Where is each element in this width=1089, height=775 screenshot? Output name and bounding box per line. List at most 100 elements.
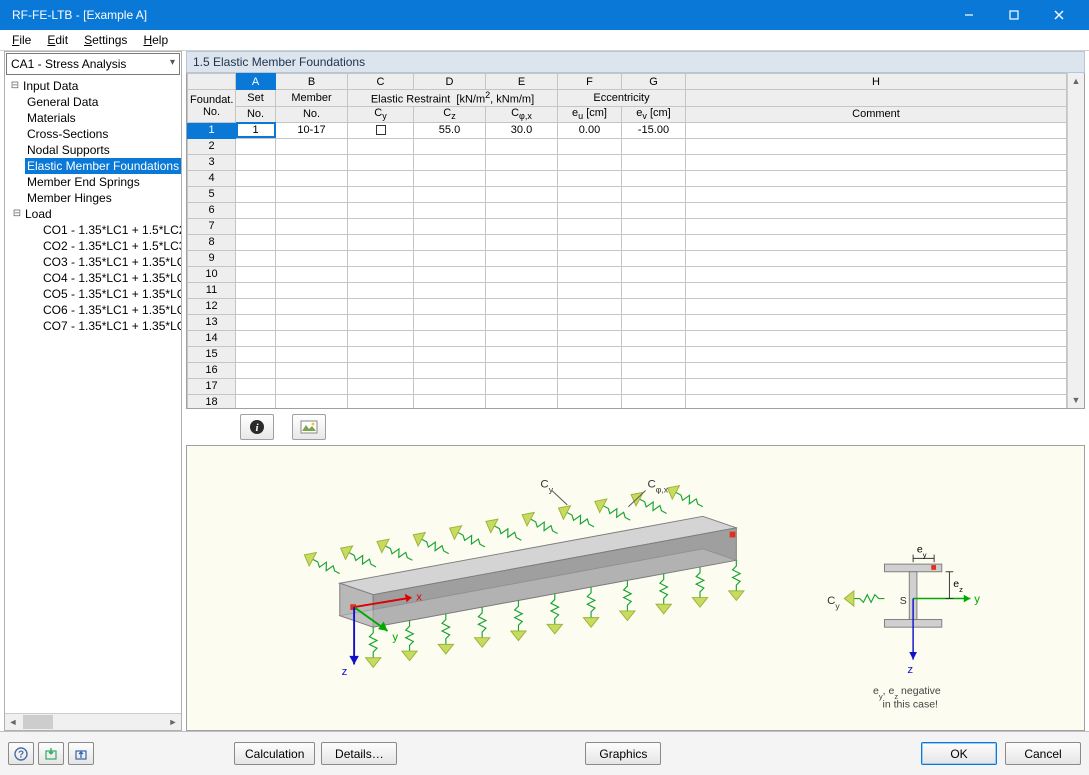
cell-set-no[interactable]: 1 xyxy=(236,122,276,138)
svg-text:z: z xyxy=(907,664,913,676)
tree-load[interactable]: ⊟Load xyxy=(5,206,181,222)
maximize-button[interactable] xyxy=(991,0,1036,30)
row-header[interactable]: 8 xyxy=(188,234,236,250)
hdr-set: Set xyxy=(236,90,276,107)
col-D[interactable]: D xyxy=(414,74,486,90)
row-header[interactable]: 13 xyxy=(188,314,236,330)
row-header[interactable]: 4 xyxy=(188,170,236,186)
row-header[interactable]: 3 xyxy=(188,154,236,170)
grid[interactable]: A B C D E F G H Foundat.No. Set Me xyxy=(186,73,1085,409)
cell-ev[interactable]: -15.00 xyxy=(622,122,686,138)
hdr-foundat-no: Foundat.No. xyxy=(188,90,236,123)
tree-item-cross-sections[interactable]: Cross-Sections xyxy=(5,126,181,142)
svg-text:y: y xyxy=(974,593,980,605)
row-header[interactable]: 2 xyxy=(188,138,236,154)
col-F[interactable]: F xyxy=(558,74,622,90)
right-panel: 1.5 Elastic Member Foundations A B xyxy=(186,51,1085,731)
details-button[interactable]: Details… xyxy=(321,742,397,765)
tree-load-item[interactable]: CO7 - 1.35*LC1 + 1.35*LC xyxy=(5,318,181,334)
left-panel: CA1 - Stress Analysis ▾ ⊟Input Data Gene… xyxy=(4,51,182,731)
row-header[interactable]: 5 xyxy=(188,186,236,202)
calculation-button[interactable]: Calculation xyxy=(234,742,315,765)
tree-input-data[interactable]: ⊟Input Data xyxy=(5,78,181,94)
section-title: 1.5 Elastic Member Foundations xyxy=(186,51,1085,73)
svg-text:Cφ,x: Cφ,x xyxy=(647,479,668,495)
svg-text:z: z xyxy=(341,666,347,678)
menu-help[interactable]: Help xyxy=(135,31,176,49)
hdr-set-no: No. xyxy=(236,106,276,122)
close-button[interactable] xyxy=(1036,0,1081,30)
foundation-diagram: x y z Cy Cφ,x xyxy=(186,445,1085,731)
cell-cz[interactable]: 55.0 xyxy=(414,122,486,138)
row-header[interactable]: 10 xyxy=(188,266,236,282)
svg-text:Cy: Cy xyxy=(540,479,553,495)
tree-load-item[interactable]: CO4 - 1.35*LC1 + 1.35*LC xyxy=(5,270,181,286)
tree-item-general-data[interactable]: General Data xyxy=(5,94,181,110)
export-button[interactable] xyxy=(68,742,94,765)
graphics-button[interactable]: Graphics xyxy=(585,742,661,765)
row-header[interactable]: 1 xyxy=(188,122,236,138)
col-C[interactable]: C xyxy=(348,74,414,90)
tree-item-nodal-supports[interactable]: Nodal Supports xyxy=(5,142,181,158)
help-button[interactable]: ? xyxy=(8,742,34,765)
col-B[interactable]: B xyxy=(276,74,348,90)
svg-text:in this case!: in this case! xyxy=(882,698,937,710)
svg-text:ey: ey xyxy=(916,544,926,559)
row-header[interactable]: 7 xyxy=(188,218,236,234)
navigator-tree[interactable]: ⊟Input Data General DataMaterialsCross-S… xyxy=(5,76,181,713)
cancel-button[interactable]: Cancel xyxy=(1005,742,1081,765)
menu-edit[interactable]: Edit xyxy=(39,31,76,49)
hdr-member: Member xyxy=(276,90,348,107)
tree-item-materials[interactable]: Materials xyxy=(5,110,181,126)
tree-load-item[interactable]: CO3 - 1.35*LC1 + 1.35*LC xyxy=(5,254,181,270)
row-header[interactable]: 11 xyxy=(188,282,236,298)
row-header[interactable]: 6 xyxy=(188,202,236,218)
tree-item-elastic-member-foundations[interactable]: Elastic Member Foundations xyxy=(5,158,181,174)
col-G[interactable]: G xyxy=(622,74,686,90)
col-A[interactable]: A xyxy=(236,74,276,90)
picture-button[interactable] xyxy=(292,414,326,440)
col-H[interactable]: H xyxy=(686,74,1067,90)
grid-vscrollbar[interactable]: ▲▼ xyxy=(1067,73,1084,408)
hdr-eu: eu [cm] xyxy=(558,106,622,122)
import-button[interactable] xyxy=(38,742,64,765)
tree-hscrollbar[interactable]: ◄► xyxy=(5,713,181,730)
tree-item-member-end-springs[interactable]: Member End Springs xyxy=(5,174,181,190)
cell-cphix[interactable]: 30.0 xyxy=(486,122,558,138)
menu-file[interactable]: File xyxy=(4,31,39,49)
tree-load-item[interactable]: CO2 - 1.35*LC1 + 1.5*LC3 xyxy=(5,238,181,254)
tree-load-item[interactable]: CO6 - 1.35*LC1 + 1.35*LC xyxy=(5,302,181,318)
row-header[interactable]: 14 xyxy=(188,330,236,346)
hdr-blank xyxy=(686,90,1067,107)
tree-load-item[interactable]: CO1 - 1.35*LC1 + 1.5*LC2 xyxy=(5,222,181,238)
tree-item-member-hinges[interactable]: Member Hinges xyxy=(5,190,181,206)
chevron-down-icon: ▾ xyxy=(170,57,175,68)
hdr-comment: Comment xyxy=(686,106,1067,122)
cell-cy[interactable] xyxy=(348,122,414,138)
title-bar: RF-FE-LTB - [Example A] xyxy=(0,0,1089,30)
info-button[interactable]: i xyxy=(240,414,274,440)
svg-text:Cy: Cy xyxy=(827,595,840,611)
hdr-eccentricity: Eccentricity xyxy=(558,90,686,107)
row-header[interactable]: 18 xyxy=(188,394,236,408)
row-header[interactable]: 9 xyxy=(188,250,236,266)
row-header[interactable]: 17 xyxy=(188,378,236,394)
minimize-button[interactable] xyxy=(946,0,991,30)
cell-comment[interactable] xyxy=(686,122,1067,138)
svg-text:S: S xyxy=(899,595,906,607)
ok-button[interactable]: OK xyxy=(921,742,997,765)
bottom-bar: ? Calculation Details… Graphics OK Cance… xyxy=(0,731,1089,775)
row-header[interactable]: 16 xyxy=(188,362,236,378)
checkbox-icon[interactable] xyxy=(376,125,386,135)
row-header[interactable]: 12 xyxy=(188,298,236,314)
menu-bar: File Edit Settings Help xyxy=(0,30,1089,51)
case-combobox[interactable]: CA1 - Stress Analysis ▾ xyxy=(6,53,180,75)
tree-load-item[interactable]: CO5 - 1.35*LC1 + 1.35*LC xyxy=(5,286,181,302)
svg-text:x: x xyxy=(416,591,422,603)
hdr-member-no: No. xyxy=(276,106,348,122)
row-header[interactable]: 15 xyxy=(188,346,236,362)
col-E[interactable]: E xyxy=(486,74,558,90)
menu-settings[interactable]: Settings xyxy=(76,31,135,49)
cell-member-no[interactable]: 10-17 xyxy=(276,122,348,138)
cell-eu[interactable]: 0.00 xyxy=(558,122,622,138)
